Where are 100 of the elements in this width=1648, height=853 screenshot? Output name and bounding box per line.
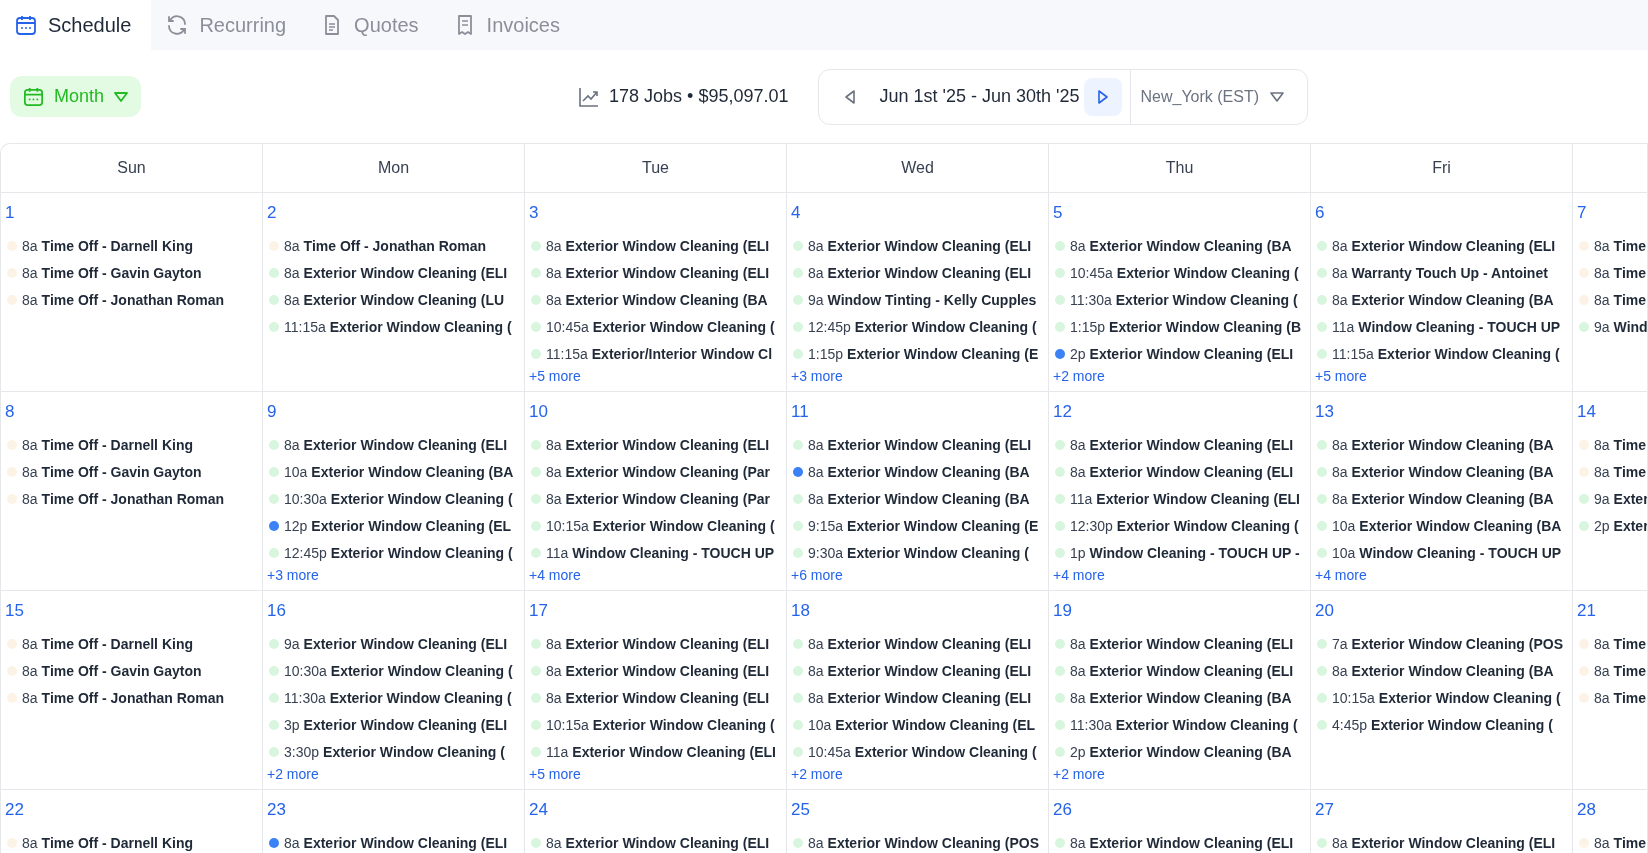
day-number[interactable]: 16 — [267, 601, 286, 621]
event-title[interactable]: Exterior Window Cleaning (ELI — [303, 436, 508, 453]
day-number[interactable]: 12 — [1053, 402, 1072, 422]
event-title[interactable]: Exterior Window Cleaning (ELI — [565, 689, 770, 706]
event-title[interactable]: Exterior Window Cleaning (EL — [311, 517, 512, 534]
day-number[interactable]: 2 — [267, 203, 277, 223]
day-number[interactable]: 1 — [5, 203, 15, 223]
event-title[interactable]: Time Off - Darnell King — [41, 635, 193, 652]
event-title[interactable]: Window Cleaning - TOUCH UP — [1359, 544, 1562, 561]
event-title[interactable]: Exterior Window Cleaning (ELI — [827, 635, 1032, 652]
more-link[interactable]: +5 more — [1315, 368, 1367, 384]
event-title[interactable]: Window Cleaning - TOUCH UP — [1358, 318, 1561, 335]
event-title[interactable]: Exterior Window Cleaning ( — [329, 318, 512, 335]
event-title[interactable]: Exterior Window Cleaning (ELI — [565, 834, 770, 851]
event-title[interactable]: Exterior Window Cleaning (BA — [1089, 689, 1292, 706]
event-title[interactable]: Exterior Window Cleaning (B — [1109, 318, 1302, 335]
event-title[interactable]: Exterior Window Cleaning ( — [330, 662, 513, 679]
event-title[interactable]: Exterior Window Cleaning (ELI — [565, 264, 770, 281]
day-number[interactable]: 6 — [1315, 203, 1325, 223]
event-title[interactable]: Exterior Window Cleaning ( — [592, 318, 775, 335]
event-title[interactable]: Wind — [1613, 318, 1647, 335]
event-title[interactable]: Time — [1613, 264, 1646, 281]
event-title[interactable]: Exterior/Interior Window Cl — [591, 345, 773, 362]
event-title[interactable]: Exterior Window Cleaning (ELI — [827, 689, 1032, 706]
event-title[interactable]: Exterior Window Cleaning (BA — [827, 490, 1030, 507]
event-title[interactable]: Exterior Window Cleaning (BA — [1351, 436, 1554, 453]
event-title[interactable]: Exterior Window Cleaning (E — [847, 517, 1039, 534]
event-title[interactable]: Time Off - Jonathan Roman — [41, 291, 225, 308]
event-title[interactable]: Exterior Window Cleaning ( — [1115, 291, 1298, 308]
day-number[interactable]: 20 — [1315, 601, 1334, 621]
day-number[interactable]: 17 — [529, 601, 548, 621]
day-number[interactable]: 4 — [791, 203, 801, 223]
event-title[interactable]: Time — [1613, 463, 1646, 480]
day-number[interactable]: 18 — [791, 601, 810, 621]
event-title[interactable]: Time Off - Gavin Gayton — [41, 264, 202, 281]
event-title[interactable]: Exterior Window Cleaning (EL — [835, 716, 1036, 733]
event-title[interactable]: Exterior Window Cleaning ( — [1116, 517, 1299, 534]
event-title[interactable]: Exterior Window Cleaning (ELI — [827, 264, 1032, 281]
event-title[interactable]: Exterior Window Cleaning ( — [323, 743, 505, 760]
day-number[interactable]: 15 — [5, 601, 24, 621]
event-title[interactable]: Time Off - Gavin Gayton — [41, 463, 202, 480]
day-number[interactable]: 7 — [1577, 203, 1587, 223]
event-title[interactable]: Exterior Window Cleaning (POS — [827, 834, 1040, 851]
event-title[interactable]: Time Off - Jonathan Roman — [303, 237, 487, 254]
event-title[interactable]: Time Off - Darnell King — [41, 834, 193, 851]
event-title[interactable]: Exterior Window Cleaning ( — [1377, 345, 1560, 362]
event-title[interactable]: Exterior Window Cleaning ( — [1115, 716, 1298, 733]
event-title[interactable]: Exterior Window Cleaning (ELI — [565, 436, 770, 453]
more-link[interactable]: +6 more — [791, 567, 843, 583]
event-title[interactable]: Exterior Window Cleaning (ELI — [1089, 345, 1294, 362]
event-title[interactable]: Exterior Window Cleaning ( — [592, 716, 775, 733]
nav-tab[interactable]: Schedule — [0, 0, 152, 50]
event-title[interactable]: Exterior Window Cleaning (ELI — [1089, 662, 1294, 679]
event-title[interactable]: Exterior Window Cleaning (ELI — [1089, 436, 1294, 453]
event-title[interactable]: Time — [1613, 662, 1646, 679]
day-number[interactable]: 8 — [5, 402, 15, 422]
event-title[interactable]: Exterior Window Cleaning (ELI — [565, 662, 770, 679]
event-title[interactable]: Exterior Window Cleaning (BA — [1089, 237, 1292, 254]
event-title[interactable]: Exterior Window Cleaning (BA — [1351, 662, 1554, 679]
event-title[interactable]: Time Off - Gavin Gayton — [41, 662, 202, 679]
event-title[interactable]: Exterior Window Cleaning (ELI — [565, 635, 770, 652]
event-title[interactable]: Exterior Window Cleaning ( — [854, 318, 1037, 335]
event-title[interactable]: Exterior Window Cleaning (BA — [565, 291, 768, 308]
event-title[interactable]: Time Off - Jonathan Roman — [41, 689, 225, 706]
event-title[interactable]: Warranty Touch Up - Antoinet — [1351, 264, 1548, 281]
day-number[interactable]: 28 — [1577, 800, 1596, 820]
event-title[interactable]: Exterior Window Cleaning (ELI — [827, 436, 1032, 453]
event-title[interactable]: Exterior Window Cleaning ( — [592, 517, 775, 534]
event-title[interactable]: Exterior Window Cleaning ( — [847, 544, 1029, 561]
event-title[interactable]: Exterior Window Cleaning (ELI — [303, 716, 508, 733]
event-title[interactable]: Window Cleaning - TOUCH UP - — [1089, 544, 1300, 561]
event-title[interactable]: Time — [1613, 291, 1646, 308]
event-title[interactable]: Exterior Window Cleaning ( — [329, 689, 512, 706]
event-title[interactable]: Time Off - Darnell King — [41, 237, 193, 254]
more-link[interactable]: +2 more — [1053, 368, 1105, 384]
event-title[interactable]: Time — [1613, 237, 1646, 254]
event-title[interactable]: Exterior Window Cleaning (ELI — [827, 237, 1032, 254]
day-number[interactable]: 19 — [1053, 601, 1072, 621]
day-number[interactable]: 9 — [267, 402, 277, 422]
event-title[interactable]: Exterior Window Cleaning (BA — [1351, 291, 1554, 308]
day-number[interactable]: 25 — [791, 800, 810, 820]
event-title[interactable]: Exterior Window Cleaning (ELI — [1351, 237, 1556, 254]
event-title[interactable]: Exterior Window Cleaning (ELI — [572, 743, 776, 760]
more-link[interactable]: +3 more — [267, 567, 319, 583]
event-title[interactable]: Exterior Window Cleaning (BA — [1351, 490, 1554, 507]
day-number[interactable]: 3 — [529, 203, 539, 223]
event-title[interactable]: Exterior Window Cleaning ( — [330, 490, 513, 507]
more-link[interactable]: +4 more — [529, 567, 581, 583]
event-title[interactable]: Time — [1613, 834, 1646, 851]
event-title[interactable]: Exterior Window Cleaning (Par — [565, 463, 771, 480]
event-title[interactable]: Time Off - Jonathan Roman — [41, 490, 225, 507]
event-title[interactable]: Exterior Window Cleaning (ELI — [827, 662, 1032, 679]
event-title[interactable]: Exterior Window Cleaning ( — [330, 544, 513, 561]
event-title[interactable]: Time — [1613, 436, 1646, 453]
event-title[interactable]: Time — [1613, 689, 1646, 706]
event-title[interactable]: Exterior Window Cleaning (ELI — [303, 264, 508, 281]
day-number[interactable]: 13 — [1315, 402, 1334, 422]
event-title[interactable]: Exterior Window Cleaning ( — [1371, 716, 1553, 733]
event-title[interactable]: Exterior Window Cleaning (LU — [303, 291, 505, 308]
event-title[interactable]: Exterior Window Cleaning (BA — [1089, 743, 1292, 760]
